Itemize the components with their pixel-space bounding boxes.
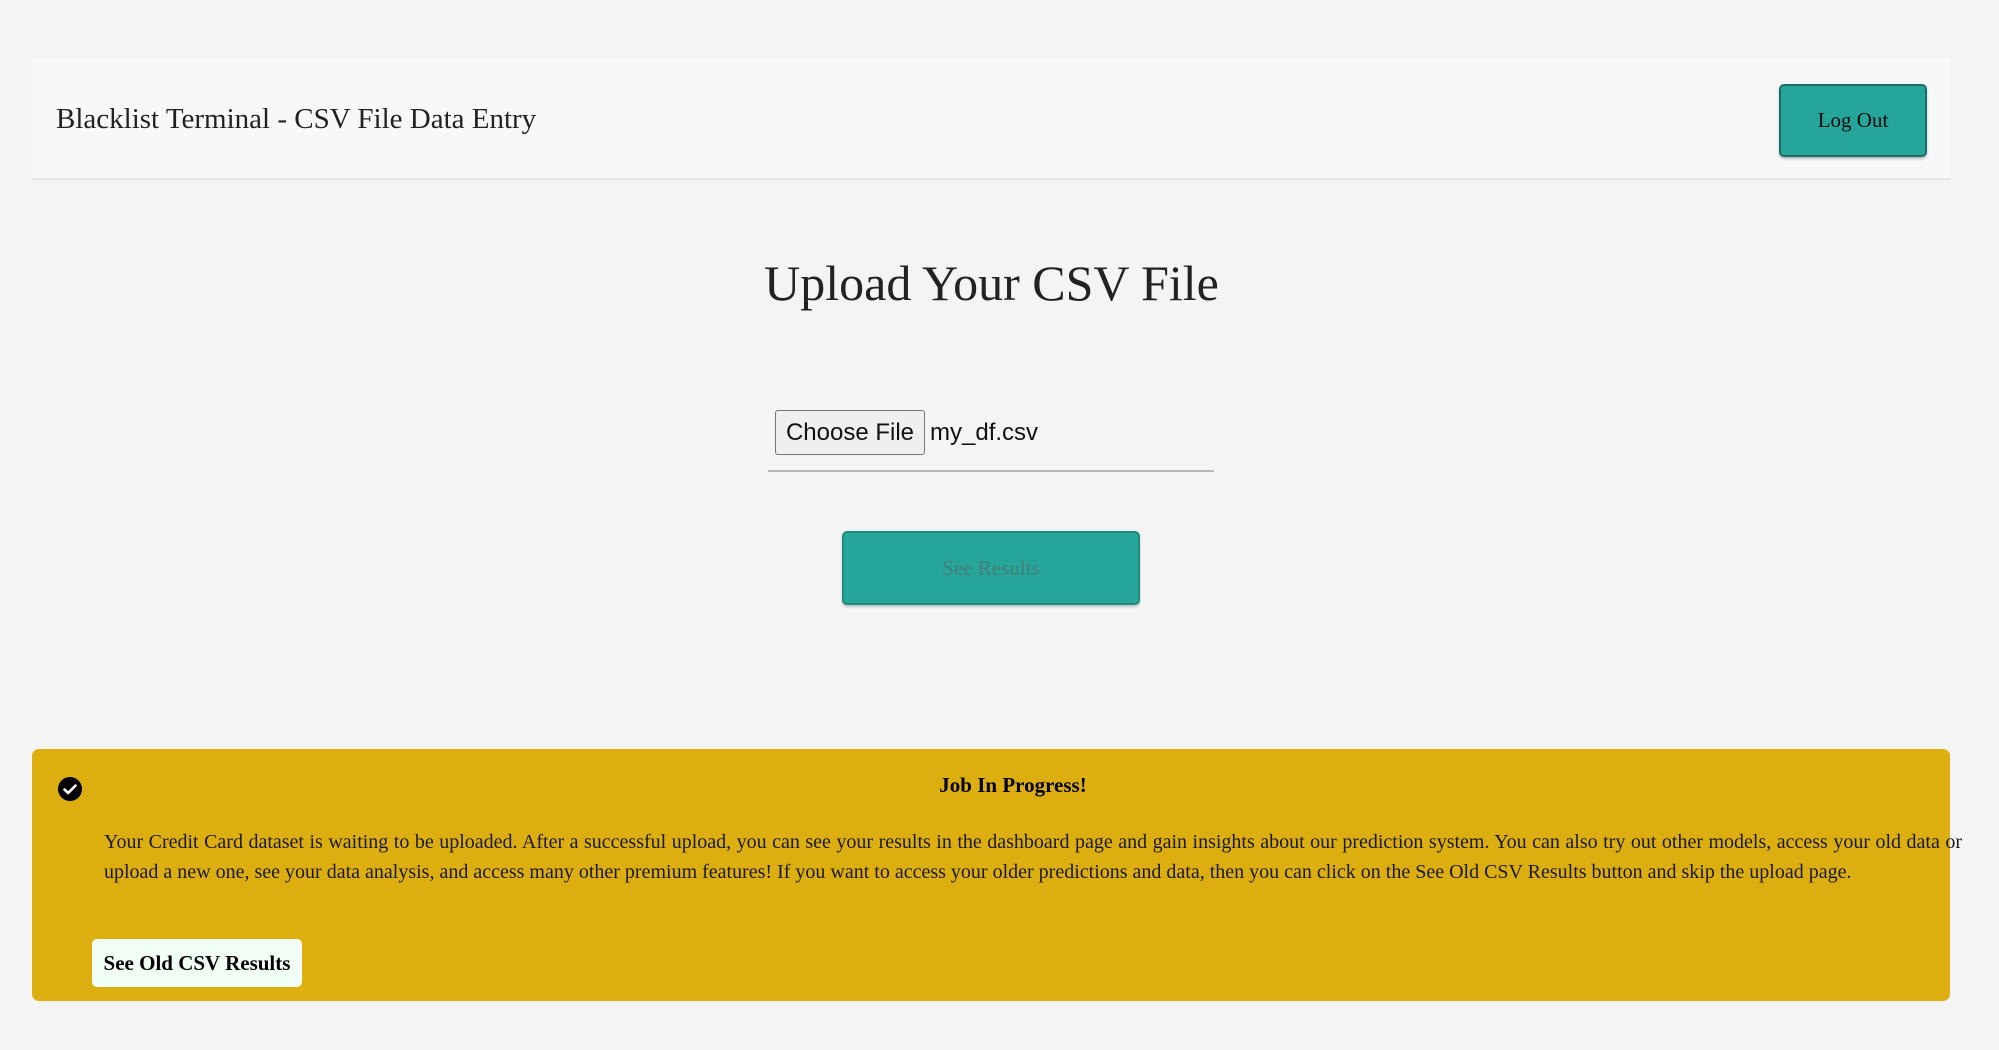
job-progress-alert: Job In Progress! Your Credit Card datase… <box>32 749 1962 1001</box>
choose-file-button[interactable]: Choose File <box>775 410 925 455</box>
alert-message: Your Credit Card dataset is waiting to b… <box>104 831 1962 883</box>
see-results-button[interactable]: See Results <box>842 531 1140 605</box>
page-title: Upload Your CSV File <box>764 255 1219 311</box>
see-old-csv-results-button[interactable]: See Old CSV Results <box>92 939 302 987</box>
logout-button[interactable]: Log Out <box>1779 84 1927 157</box>
selected-file-name: my_df.csv <box>930 419 1039 446</box>
navbar-brand: Blacklist Terminal - CSV File Data Entry <box>56 103 537 135</box>
file-input-field: Choose File my_df.csv <box>768 410 1214 472</box>
top-navbar: Blacklist Terminal - CSV File Data Entry… <box>32 59 1950 180</box>
alert-title: Job In Progress! <box>939 773 1087 797</box>
